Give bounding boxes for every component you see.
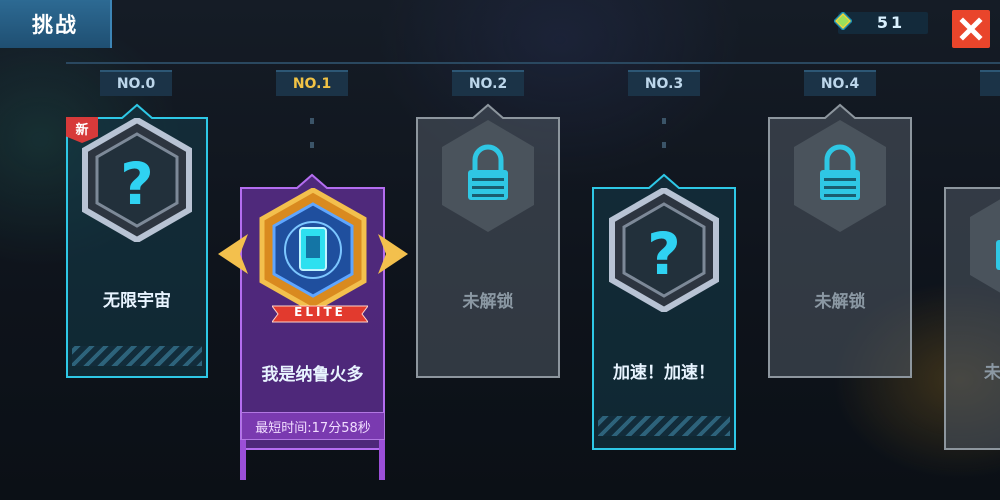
level-card-0[interactable]: ? 无限宇宙 bbox=[66, 100, 208, 378]
lock-icon bbox=[442, 120, 534, 232]
level-name: 未 bbox=[984, 363, 1000, 383]
level-number-2: NO.2 bbox=[452, 70, 524, 96]
connector-dots bbox=[310, 118, 314, 166]
level-number-5 bbox=[980, 70, 1000, 96]
level-number-3: NO.3 bbox=[628, 70, 700, 96]
connector-dots bbox=[662, 118, 666, 166]
best-time-record: 最短时间:17分58秒 bbox=[241, 412, 385, 440]
level-emblem-icon bbox=[259, 188, 367, 312]
card-stripe bbox=[598, 416, 730, 436]
gem-icon bbox=[834, 12, 852, 30]
close-button[interactable] bbox=[952, 10, 990, 48]
level-name: 我是纳鲁火多 bbox=[261, 365, 364, 385]
lock-icon bbox=[970, 199, 1000, 293]
card-stripe bbox=[72, 346, 202, 366]
currency-amount: 51 bbox=[876, 13, 906, 32]
level-card-5[interactable]: 未 bbox=[944, 170, 1000, 450]
left-arrow-icon bbox=[218, 234, 248, 274]
level-card-2[interactable]: 未解锁 bbox=[416, 100, 560, 378]
level-card-4[interactable]: 未解锁 bbox=[768, 100, 912, 378]
level-name: 无限宇宙 bbox=[103, 291, 171, 311]
question-icon: ? bbox=[82, 118, 192, 242]
page-title: 挑战 bbox=[0, 0, 112, 48]
right-arrow-icon bbox=[378, 234, 408, 274]
question-icon: ? bbox=[609, 188, 719, 312]
level-name: 未解锁 bbox=[814, 292, 866, 312]
lock-icon bbox=[794, 120, 886, 232]
level-name: 未解锁 bbox=[462, 292, 514, 312]
level-name: 加速！加速！ bbox=[613, 363, 715, 383]
level-number-1: NO.1 bbox=[276, 70, 348, 96]
svg-text:?: ? bbox=[647, 220, 681, 288]
level-card-3[interactable]: ? 加速！加速！ bbox=[592, 170, 736, 450]
level-number-4: NO.4 bbox=[804, 70, 876, 96]
elite-label: ELITE bbox=[294, 305, 346, 319]
header-divider bbox=[66, 62, 1000, 64]
svg-text:?: ? bbox=[120, 150, 154, 218]
level-number-0: NO.0 bbox=[100, 70, 172, 96]
close-icon bbox=[959, 17, 983, 41]
